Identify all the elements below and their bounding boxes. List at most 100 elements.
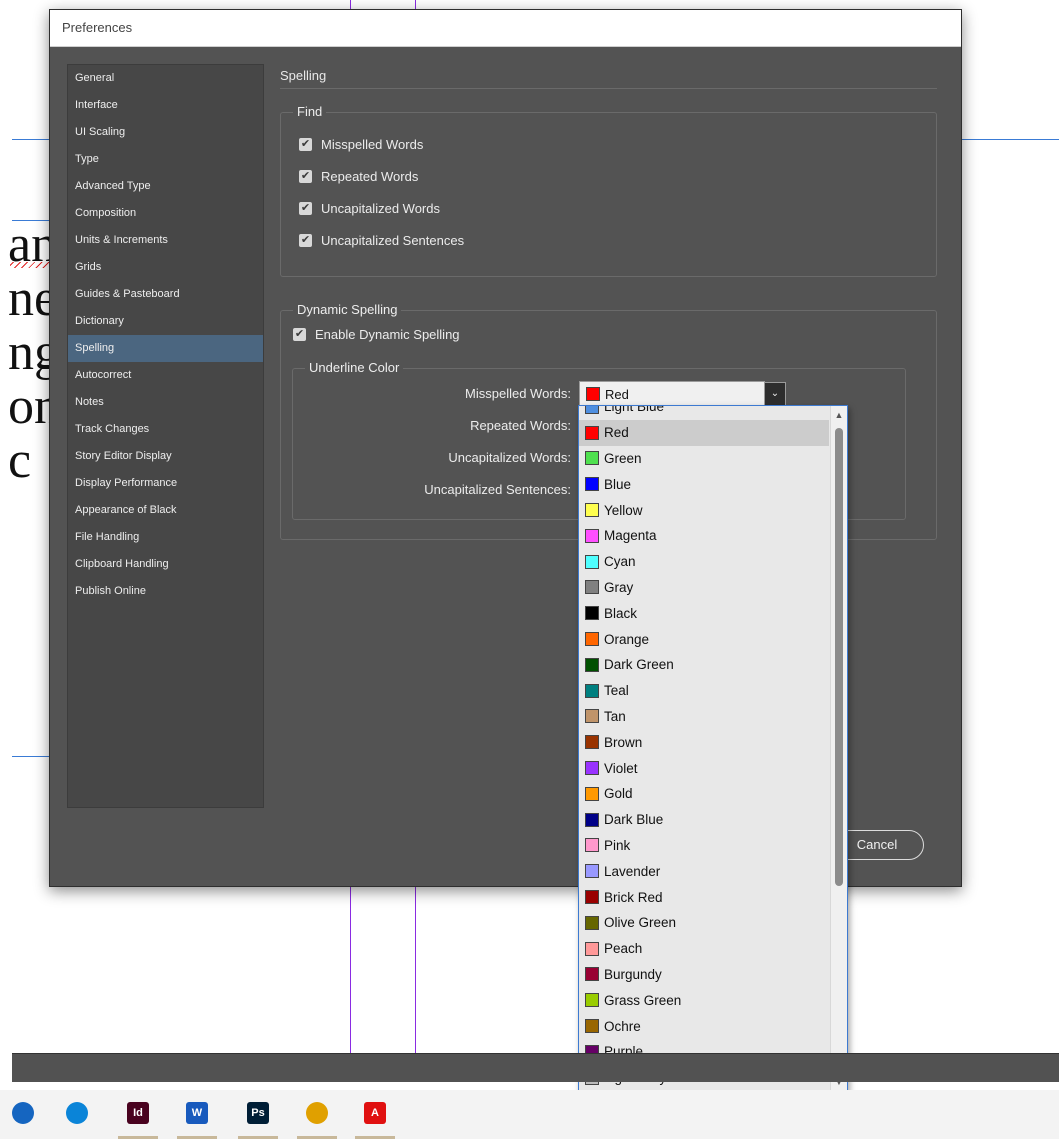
color-swatch xyxy=(585,941,599,956)
sidebar-item-notes[interactable]: Notes xyxy=(68,389,263,416)
color-option-olive-green[interactable]: Olive Green xyxy=(579,910,829,936)
checkbox-icon[interactable]: ✔ xyxy=(299,233,312,247)
color-swatch xyxy=(585,735,599,750)
dropdown-scrollbar[interactable]: ▲ ▼ xyxy=(830,406,847,1091)
dynamic-spelling-label: Dynamic Spelling xyxy=(293,301,402,319)
color-option-pink[interactable]: Pink xyxy=(579,833,829,859)
color-swatch xyxy=(585,967,599,982)
chrome-icon[interactable] xyxy=(306,1102,328,1124)
sidebar-item-autocorrect[interactable]: Autocorrect xyxy=(68,362,263,389)
checkbox-icon[interactable]: ✔ xyxy=(299,169,312,183)
color-option-lavender[interactable]: Lavender xyxy=(579,858,829,884)
color-option-dark-blue[interactable]: Dark Blue xyxy=(579,807,829,833)
color-option-violet[interactable]: Violet xyxy=(579,755,829,781)
sidebar-item-composition[interactable]: Composition xyxy=(68,200,263,227)
color-option-label: Magenta xyxy=(604,528,657,544)
sidebar-item-story-editor-display[interactable]: Story Editor Display xyxy=(68,443,263,470)
sidebar-item-appearance-of-black[interactable]: Appearance of Black xyxy=(68,497,263,524)
color-swatch xyxy=(585,812,599,827)
sidebar-item-grids[interactable]: Grids xyxy=(68,254,263,281)
color-option-label: Red xyxy=(604,425,629,441)
color-swatch xyxy=(585,683,599,698)
dialog-title: Preferences xyxy=(50,10,961,47)
find-group-label: Find xyxy=(293,103,327,121)
edge-icon[interactable] xyxy=(66,1102,88,1124)
color-option-label: Blue xyxy=(604,476,632,492)
color-option-burgundy[interactable]: Burgundy xyxy=(579,962,829,988)
color-option-tan[interactable]: Tan xyxy=(579,704,829,730)
acrobat-icon[interactable]: A xyxy=(364,1102,386,1124)
mail-icon[interactable] xyxy=(12,1102,34,1124)
color-swatch xyxy=(586,387,600,401)
checkbox-uncapitalized-sentences[interactable]: ✔ Uncapitalized Sentences xyxy=(299,230,464,250)
color-option-orange[interactable]: Orange xyxy=(579,626,829,652)
underline-color-label: Underline Color xyxy=(305,359,404,377)
checkbox-icon[interactable]: ✔ xyxy=(293,327,306,341)
scroll-up-icon[interactable]: ▲ xyxy=(831,408,847,422)
color-option-dark-green[interactable]: Dark Green xyxy=(579,652,829,678)
indesign-icon[interactable]: Id xyxy=(127,1102,149,1124)
word-icon[interactable]: W xyxy=(186,1102,208,1124)
sidebar-item-display-performance[interactable]: Display Performance xyxy=(68,470,263,497)
color-swatch xyxy=(585,1019,599,1034)
sidebar-item-advanced-type[interactable]: Advanced Type xyxy=(68,173,263,200)
sidebar-item-spelling[interactable]: Spelling xyxy=(68,335,263,362)
sidebar-item-units-increments[interactable]: Units & Increments xyxy=(68,227,263,254)
color-swatch xyxy=(585,915,599,930)
color-option-brown[interactable]: Brown xyxy=(579,729,829,755)
checkbox-enable-dynamic-spelling[interactable]: ✔ Enable Dynamic Spelling xyxy=(293,324,460,344)
color-option-label: Brown xyxy=(604,734,643,750)
color-option-gray[interactable]: Gray xyxy=(579,575,829,601)
sidebar-item-track-changes[interactable]: Track Changes xyxy=(68,416,263,443)
preferences-sidebar: General Interface UI Scaling Type Advanced T… xyxy=(67,64,264,808)
sidebar-item-ui-scaling[interactable]: UI Scaling xyxy=(68,119,263,146)
color-option-yellow[interactable]: Yellow xyxy=(579,497,829,523)
sidebar-item-guides-pasteboard[interactable]: Guides & Pasteboard xyxy=(68,281,263,308)
sidebar-item-dictionary[interactable]: Dictionary xyxy=(68,308,263,335)
misspelled-color-select[interactable]: Red ⌄ xyxy=(579,381,786,407)
color-option-label: Pink xyxy=(604,837,631,853)
color-option-label: Dark Green xyxy=(604,657,674,673)
color-option-brick-red[interactable]: Brick Red xyxy=(579,884,829,910)
color-option-teal[interactable]: Teal xyxy=(579,678,829,704)
chevron-down-icon[interactable]: ⌄ xyxy=(764,382,786,406)
color-option-black[interactable]: Black xyxy=(579,600,829,626)
color-option-light-blue[interactable]: Light Blue xyxy=(579,406,829,420)
color-swatch xyxy=(585,709,599,724)
scrollbar-thumb[interactable] xyxy=(835,428,843,886)
checkbox-uncapitalized-words[interactable]: ✔ Uncapitalized Words xyxy=(299,198,440,218)
sidebar-item-type[interactable]: Type xyxy=(68,146,263,173)
color-option-green[interactable]: Green xyxy=(579,446,829,472)
color-option-label: Ochre xyxy=(604,1018,641,1034)
color-option-magenta[interactable]: Magenta xyxy=(579,523,829,549)
color-option-label: Peach xyxy=(604,941,643,957)
color-dropdown-list[interactable]: Light GrayPurpleOchreGrass GreenBurgundy… xyxy=(578,405,848,1092)
color-option-grass-green[interactable]: Grass Green xyxy=(579,987,829,1013)
color-swatch xyxy=(585,864,599,879)
color-option-label: Teal xyxy=(604,683,629,699)
checkbox-misspelled-words[interactable]: ✔ Misspelled Words xyxy=(299,134,423,154)
color-option-gold[interactable]: Gold xyxy=(579,781,829,807)
color-option-peach[interactable]: Peach xyxy=(579,936,829,962)
sidebar-item-interface[interactable]: Interface xyxy=(68,92,263,119)
sidebar-item-clipboard-handling[interactable]: Clipboard Handling xyxy=(68,551,263,578)
select-value: Red xyxy=(605,386,629,402)
sidebar-item-publish-online[interactable]: Publish Online xyxy=(68,578,263,605)
color-option-label: Tan xyxy=(604,708,626,724)
color-swatch xyxy=(585,528,599,543)
color-option-cyan[interactable]: Cyan xyxy=(579,549,829,575)
checkbox-icon[interactable]: ✔ xyxy=(299,201,312,215)
checkbox-icon[interactable]: ✔ xyxy=(299,137,312,151)
color-option-red[interactable]: Red xyxy=(579,419,829,446)
checkbox-label: Misspelled Words xyxy=(321,136,424,152)
field-label-misspelled: Misspelled Words: xyxy=(465,386,571,401)
color-option-label: Gold xyxy=(604,786,633,802)
color-option-ochre[interactable]: Ochre xyxy=(579,1013,829,1039)
sidebar-item-general[interactable]: General xyxy=(68,65,263,92)
sidebar-item-file-handling[interactable]: File Handling xyxy=(68,524,263,551)
color-swatch xyxy=(585,425,599,440)
color-option-blue[interactable]: Blue xyxy=(579,471,829,497)
checkbox-repeated-words[interactable]: ✔ Repeated Words xyxy=(299,166,418,186)
photoshop-icon[interactable]: Ps xyxy=(247,1102,269,1124)
color-swatch xyxy=(585,890,599,905)
